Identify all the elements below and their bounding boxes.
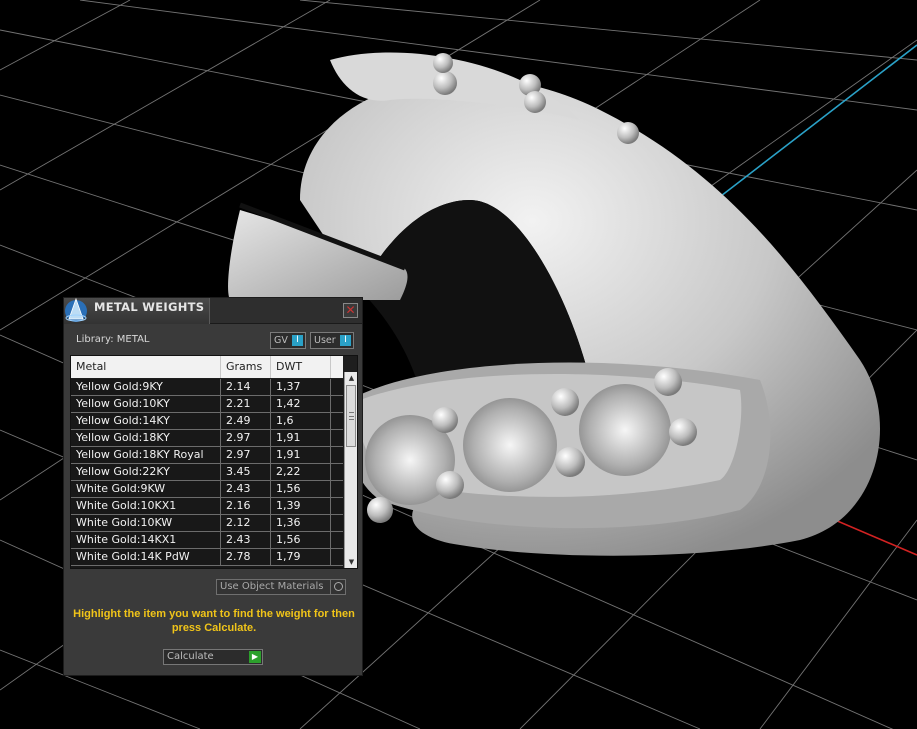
table-row[interactable]: Yellow Gold:18KY Royal 2.97 1,91 [71, 447, 343, 464]
metal-cell: Yellow Gold:18KY [71, 430, 221, 446]
grip-icon [349, 412, 354, 420]
metal-cell: White Gold:14KX1 [71, 532, 221, 548]
calculate-label: Calculate [167, 651, 214, 662]
metal-cell: White Gold:9KW [71, 481, 221, 497]
radio-icon[interactable] [330, 579, 345, 595]
grams-cell: 2.12 [221, 515, 271, 531]
grams-cell: 2.14 [221, 379, 271, 395]
grams-cell: 2.16 [221, 498, 271, 514]
metal-cell: Yellow Gold:22KY [71, 464, 221, 480]
use-object-materials-label: Use Object Materials [220, 581, 324, 592]
metal-weights-panel: METAL WEIGHTS ✕ Library: METAL GV I User… [63, 297, 363, 676]
instructions-text: Highlight the item you want to find the … [73, 608, 355, 634]
panel-titlebar[interactable]: METAL WEIGHTS ✕ [64, 297, 362, 324]
metal-cell: White Gold:10KX1 [71, 498, 221, 514]
dwt-cell: 1,39 [271, 498, 331, 514]
dwt-cell: 1,42 [271, 396, 331, 412]
table-row[interactable]: White Gold:14KX1 2.43 1,56 [71, 532, 343, 549]
table-row[interactable]: White Gold:10KW 2.12 1,36 [71, 515, 343, 532]
user-toggle[interactable]: User I [310, 332, 354, 349]
dwt-cell: 2,22 [271, 464, 331, 480]
grams-cell: 2.21 [221, 396, 271, 412]
play-arrow-icon: ▶ [249, 651, 261, 663]
app-logo-icon [65, 297, 87, 322]
table-row[interactable]: Yellow Gold:9KY 2.14 1,37 [71, 379, 343, 396]
user-toggle-label: User [314, 335, 336, 346]
library-label: Library: METAL [76, 334, 150, 345]
scrollbar-thumb[interactable] [346, 385, 356, 447]
scroll-up-icon[interactable]: ▲ [345, 372, 357, 384]
grams-cell: 2.43 [221, 532, 271, 548]
dwt-cell: 1,6 [271, 413, 331, 429]
metal-cell: Yellow Gold:10KY [71, 396, 221, 412]
dwt-cell: 1,91 [271, 430, 331, 446]
metal-cell: Yellow Gold:18KY Royal [71, 447, 221, 463]
metal-cell: White Gold:14K PdW [71, 549, 221, 565]
column-header-grams[interactable]: Grams [221, 356, 271, 378]
toggle-knob-icon: I [292, 335, 303, 346]
grams-cell: 2.49 [221, 413, 271, 429]
calculate-button[interactable]: Calculate ▶ [163, 649, 263, 665]
panel-title: METAL WEIGHTS [94, 300, 205, 314]
column-header-dwt[interactable]: DWT [271, 356, 331, 378]
dwt-cell: 1,56 [271, 532, 331, 548]
table-row[interactable]: White Gold:14K PdW 2.78 1,79 [71, 549, 343, 566]
table-header: Metal Grams DWT [71, 356, 343, 378]
metal-cell: Yellow Gold:9KY [71, 379, 221, 395]
grams-cell: 2.78 [221, 549, 271, 565]
dwt-cell: 1,37 [271, 379, 331, 395]
dwt-cell: 1,36 [271, 515, 331, 531]
use-object-materials-button[interactable]: Use Object Materials [216, 579, 346, 595]
dwt-cell: 1,79 [271, 549, 331, 565]
toggle-knob-icon: I [340, 335, 351, 346]
table-scrollbar[interactable]: ▲ ▼ [344, 372, 357, 568]
dwt-cell: 1,91 [271, 447, 331, 463]
table-row-partial[interactable] [71, 566, 343, 568]
close-icon: ✕ [345, 303, 356, 317]
dwt-cell: 1,56 [271, 481, 331, 497]
table-row[interactable]: Yellow Gold:10KY 2.21 1,42 [71, 396, 343, 413]
grams-cell: 2.97 [221, 430, 271, 446]
table-row[interactable]: Yellow Gold:14KY 2.49 1,6 [71, 413, 343, 430]
panel-title-tab: METAL WEIGHTS [64, 297, 210, 324]
table-row[interactable]: Yellow Gold:22KY 3.45 2,22 [71, 464, 343, 481]
gv-toggle-label: GV [274, 335, 288, 346]
table-row[interactable]: White Gold:9KW 2.43 1,56 [71, 481, 343, 498]
table-row[interactable]: White Gold:10KX1 2.16 1,39 [71, 498, 343, 515]
gv-toggle[interactable]: GV I [270, 332, 306, 349]
metal-cell: White Gold:10KW [71, 515, 221, 531]
table-row[interactable]: Yellow Gold:18KY 2.97 1,91 [71, 430, 343, 447]
grams-cell: 2.97 [221, 447, 271, 463]
close-button[interactable]: ✕ [343, 303, 358, 318]
table-body: Yellow Gold:9KY 2.14 1,37 Yellow Gold:10KY 2… [71, 379, 343, 568]
grams-cell: 2.43 [221, 481, 271, 497]
scroll-down-icon[interactable]: ▼ [345, 556, 357, 568]
metal-table[interactable]: Metal Grams DWT Yellow Gold:9KY 2.14 1,37 Y… [70, 355, 358, 569]
column-header-metal[interactable]: Metal [71, 356, 221, 378]
metal-cell: Yellow Gold:14KY [71, 413, 221, 429]
grams-cell: 3.45 [221, 464, 271, 480]
